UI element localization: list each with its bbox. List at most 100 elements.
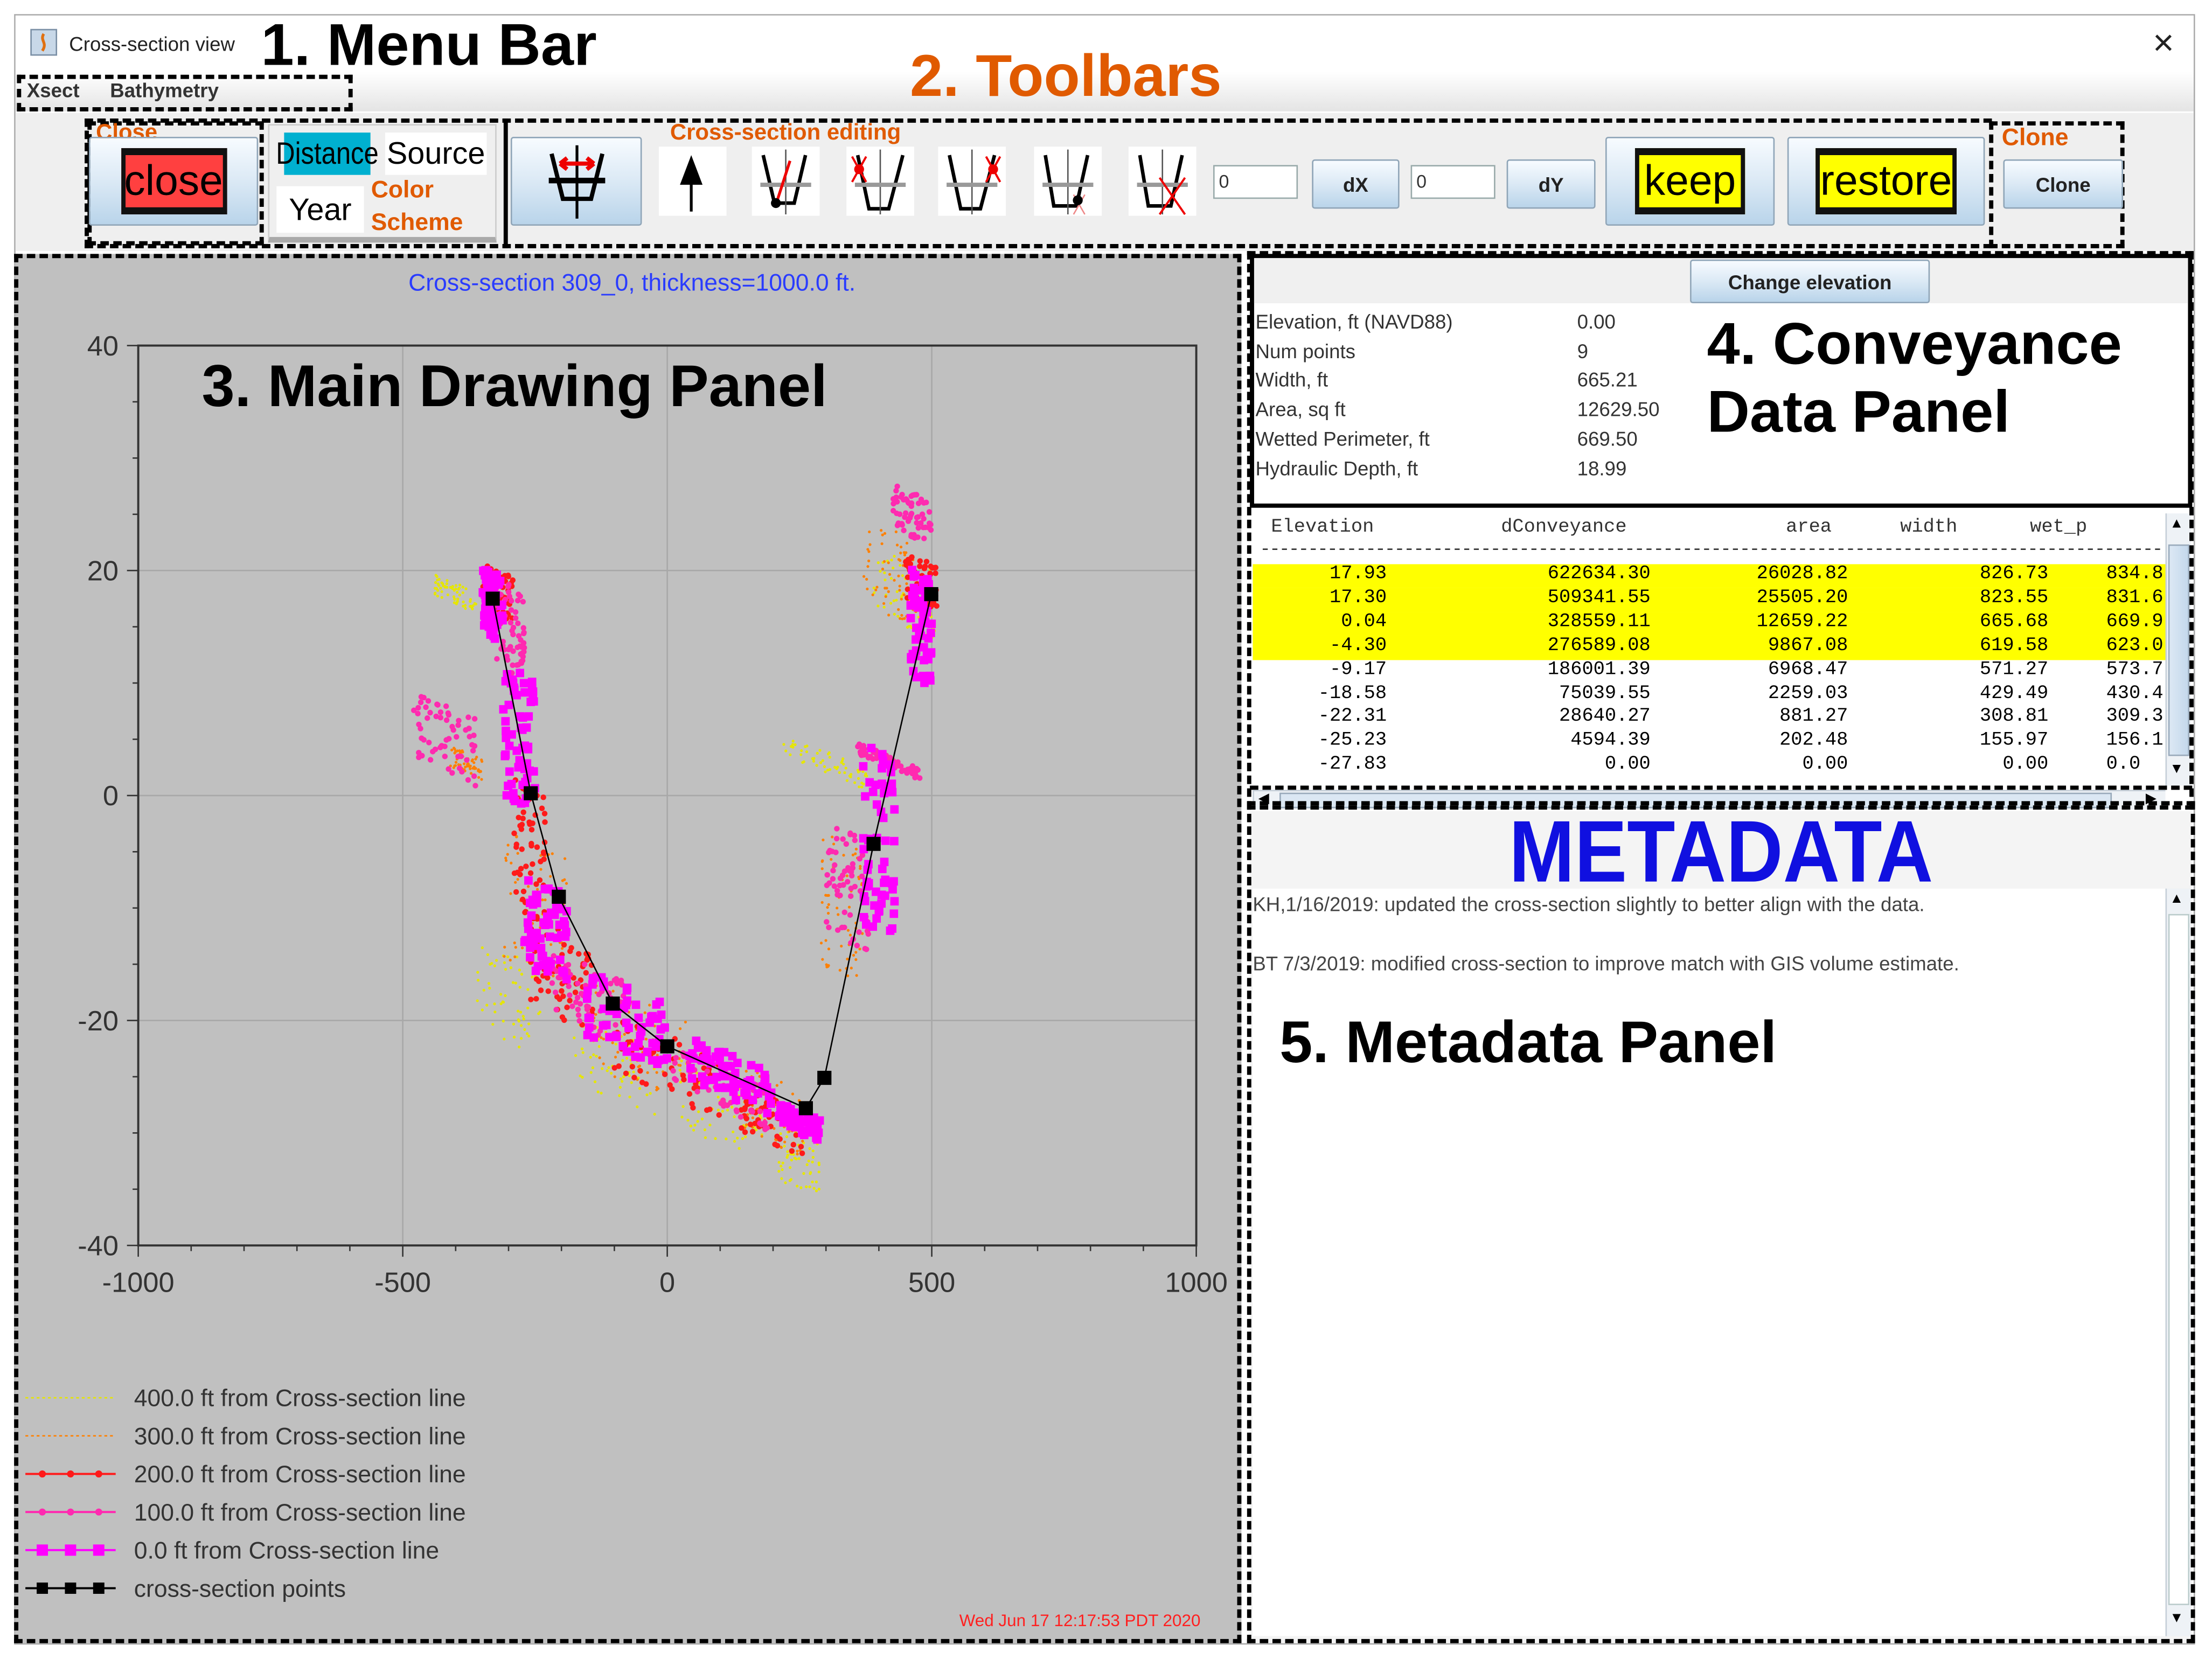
data-point-2 xyxy=(567,998,573,1003)
data-point-0 xyxy=(895,598,898,602)
data-point-0 xyxy=(461,585,464,589)
data-point-1 xyxy=(796,1152,799,1156)
cross-section-point[interactable] xyxy=(552,889,566,904)
data-point-4 xyxy=(524,876,533,885)
data-point-4 xyxy=(583,1030,592,1040)
restore-button[interactable]: restore xyxy=(1787,137,1985,226)
data-point-3 xyxy=(575,1006,581,1013)
data-point-1 xyxy=(837,913,840,916)
data-point-0 xyxy=(703,1128,707,1132)
data-point-3 xyxy=(734,1109,740,1114)
data-point-3 xyxy=(834,888,840,894)
data-point-4 xyxy=(622,1019,631,1027)
data-point-4 xyxy=(517,799,526,808)
data-point-0 xyxy=(744,1135,747,1139)
data-point-4 xyxy=(526,953,534,962)
data-point-4 xyxy=(861,920,871,929)
data-point-2 xyxy=(917,563,923,569)
data-point-0 xyxy=(630,1081,633,1084)
data-point-3 xyxy=(442,754,448,759)
data-point-3 xyxy=(830,868,836,874)
dy-button[interactable]: dY xyxy=(1506,159,1596,209)
cross-section-point[interactable] xyxy=(524,786,538,800)
cross-section-point[interactable] xyxy=(660,1039,674,1054)
data-point-3 xyxy=(507,619,514,626)
data-point-0 xyxy=(821,759,824,762)
cross-section-point[interactable] xyxy=(798,1101,813,1116)
data-point-4 xyxy=(536,934,545,943)
data-point-0 xyxy=(815,1189,818,1193)
data-point-1 xyxy=(862,575,866,578)
cross-section-point[interactable] xyxy=(817,1070,832,1085)
data-point-2 xyxy=(530,820,535,826)
data-point-4 xyxy=(881,875,890,884)
data-point-1 xyxy=(820,867,824,870)
dx-button[interactable]: dX xyxy=(1312,159,1400,209)
data-point-4 xyxy=(485,574,495,583)
data-point-1 xyxy=(613,1075,616,1078)
data-point-4 xyxy=(622,1047,631,1056)
data-point-4 xyxy=(623,996,631,1005)
data-point-0 xyxy=(833,765,837,769)
data-point-0 xyxy=(805,744,809,748)
data-point-3 xyxy=(850,861,856,867)
cross-section-point[interactable] xyxy=(606,996,620,1011)
data-point-0 xyxy=(595,1055,598,1058)
data-point-4 xyxy=(502,791,511,800)
data-point-0 xyxy=(817,1170,820,1174)
data-point-0 xyxy=(514,981,517,985)
data-point-2 xyxy=(922,563,928,569)
data-point-0 xyxy=(437,577,441,581)
data-point-3 xyxy=(443,717,450,723)
data-point-4 xyxy=(890,837,899,846)
data-point-0 xyxy=(632,1070,635,1074)
dy-input[interactable]: 0 xyxy=(1410,165,1495,199)
data-point-3 xyxy=(465,714,471,720)
data-point-4 xyxy=(504,700,513,709)
data-point-0 xyxy=(518,1045,521,1049)
data-point-3 xyxy=(844,879,851,885)
data-point-1 xyxy=(513,941,516,945)
data-point-2 xyxy=(528,842,534,849)
data-point-0 xyxy=(597,1045,601,1048)
data-point-1 xyxy=(549,875,552,878)
data-point-0 xyxy=(516,1009,520,1013)
data-point-1 xyxy=(819,942,823,945)
data-point-0 xyxy=(482,988,485,992)
data-point-2 xyxy=(631,1075,637,1081)
data-point-1 xyxy=(643,1011,646,1014)
legend-marker xyxy=(65,1544,76,1556)
data-point-1 xyxy=(883,532,887,535)
legend-marker xyxy=(67,1508,74,1516)
data-point-2 xyxy=(575,951,582,957)
data-point-4 xyxy=(692,1036,701,1045)
cross-section-point[interactable] xyxy=(866,837,881,851)
data-point-4 xyxy=(712,1072,721,1082)
data-point-0 xyxy=(799,753,803,756)
data-point-4 xyxy=(612,1033,621,1041)
data-point-3 xyxy=(848,869,854,875)
cross-section-point[interactable] xyxy=(924,587,938,602)
data-point-2 xyxy=(533,996,539,1002)
data-point-0 xyxy=(779,1132,782,1135)
data-point-1 xyxy=(514,881,517,884)
close-window-icon[interactable]: × xyxy=(2153,21,2174,65)
data-point-0 xyxy=(589,1056,592,1059)
data-point-3 xyxy=(584,1006,590,1012)
data-point-0 xyxy=(731,1105,734,1109)
data-point-1 xyxy=(504,859,508,862)
data-point-3 xyxy=(510,662,516,668)
data-point-1 xyxy=(552,974,555,978)
data-point-4 xyxy=(655,998,664,1006)
data-point-2 xyxy=(799,1150,805,1156)
data-point-0 xyxy=(784,1181,787,1184)
data-point-2 xyxy=(527,870,534,876)
keep-button[interactable]: keep xyxy=(1605,137,1775,226)
data-point-3 xyxy=(456,765,463,771)
data-point-1 xyxy=(893,578,896,582)
data-point-2 xyxy=(704,1107,710,1113)
cross-section-chart[interactable]: Cross-section 309_0, thickness=1000.0 ft… xyxy=(0,0,1241,1643)
data-point-4 xyxy=(660,1023,669,1032)
cross-section-point[interactable] xyxy=(485,591,500,606)
clone-button[interactable]: Clone xyxy=(2003,159,2123,209)
